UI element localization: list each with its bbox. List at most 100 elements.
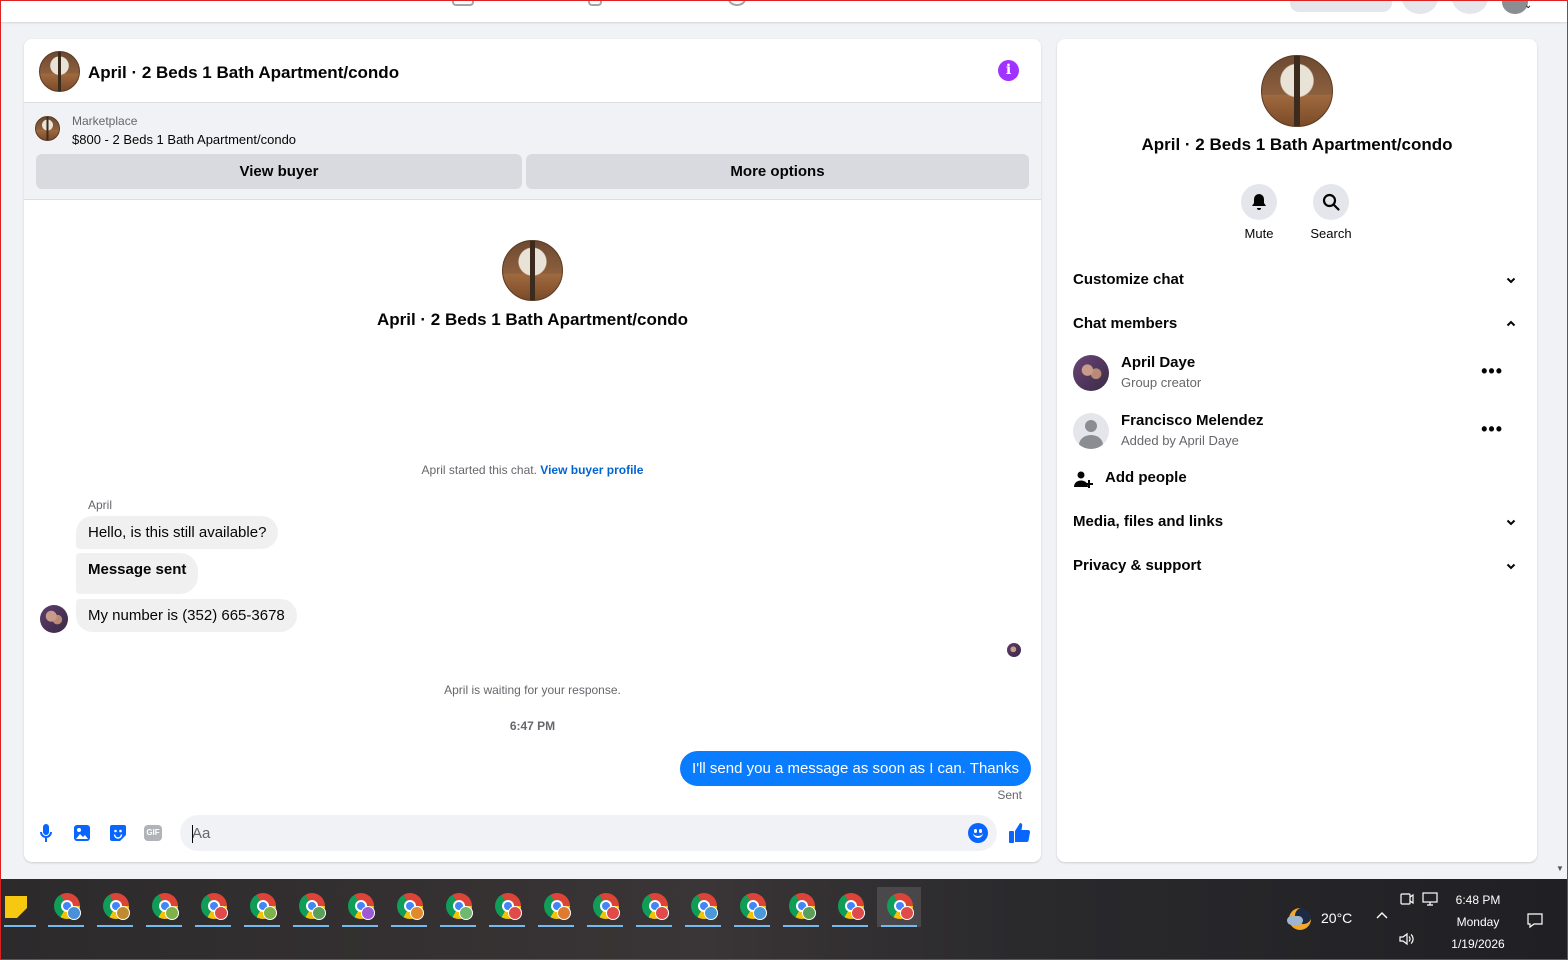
view-buyer-profile-link[interactable]: View buyer profile bbox=[540, 463, 643, 477]
mute-button[interactable]: Mute bbox=[1229, 184, 1289, 241]
sender-avatar[interactable] bbox=[40, 605, 68, 633]
chat-members-label: Chat members bbox=[1073, 315, 1178, 332]
search-icon[interactable] bbox=[1313, 184, 1349, 220]
intro-title: April · 2 Beds 1 Bath Apartment/condo bbox=[376, 310, 689, 329]
network-icon[interactable] bbox=[1422, 891, 1438, 907]
running-indicator bbox=[685, 925, 721, 927]
show-hidden-icons-chevron-icon[interactable] bbox=[1375, 909, 1389, 923]
profile-badge-icon bbox=[900, 906, 914, 920]
taskbar-app-button[interactable] bbox=[191, 887, 235, 927]
chat-title[interactable]: April · 2 Beds 1 Bath Apartment/condo bbox=[88, 63, 399, 83]
details-avatar[interactable] bbox=[1261, 55, 1333, 127]
taskbar-app-button[interactable] bbox=[93, 887, 137, 927]
taskbar-app-button[interactable] bbox=[142, 887, 186, 927]
profile-badge-icon bbox=[263, 906, 277, 920]
marketplace-nav-icon[interactable] bbox=[452, 0, 474, 6]
message-composer: GIF bbox=[24, 809, 1041, 862]
incoming-message[interactable]: Message sent bbox=[76, 553, 199, 594]
member-row[interactable]: Francisco Melendez Added by April Daye •… bbox=[1073, 411, 1521, 451]
outgoing-message[interactable]: I'll send you a message as soon as I can… bbox=[680, 751, 1031, 786]
listing-thumbnail[interactable] bbox=[35, 116, 60, 141]
taskbar-app-button[interactable] bbox=[779, 887, 823, 927]
taskbar-app-button[interactable] bbox=[289, 887, 333, 927]
marketplace-listing-bar: Marketplace $800 - 2 Beds 1 Bath Apartme… bbox=[24, 103, 1041, 200]
taskbar-app-button[interactable] bbox=[387, 887, 431, 927]
listing-title[interactable]: $800 - 2 Beds 1 Bath Apartment/condo bbox=[72, 132, 296, 147]
taskbar-app-button[interactable] bbox=[632, 887, 676, 927]
running-indicator bbox=[832, 925, 868, 927]
more-icon[interactable]: ••• bbox=[1481, 361, 1503, 382]
chevron-down-icon bbox=[1505, 552, 1521, 580]
incoming-message[interactable]: Hello, is this still available? bbox=[76, 516, 279, 549]
taskbar-app-button[interactable] bbox=[44, 887, 88, 927]
weather-temperature[interactable]: 20°C bbox=[1321, 910, 1352, 926]
taskbar-app-button[interactable] bbox=[436, 887, 480, 927]
taskbar-app-button[interactable] bbox=[828, 887, 872, 927]
menu-grid-icon[interactable] bbox=[1402, 0, 1438, 14]
chat-details-panel: April · 2 Beds 1 Bath Apartment/condo Mu… bbox=[1057, 39, 1537, 862]
taskbar-app-button[interactable] bbox=[534, 887, 578, 927]
member-name[interactable]: April Daye bbox=[1121, 354, 1195, 371]
volume-icon[interactable] bbox=[1398, 931, 1414, 947]
weather-icon[interactable] bbox=[1287, 908, 1311, 930]
member-avatar[interactable] bbox=[1073, 413, 1109, 449]
member-row[interactable]: April Daye Group creator ••• bbox=[1073, 353, 1521, 393]
view-buyer-button[interactable]: View buyer bbox=[36, 154, 522, 189]
messenger-icon[interactable] bbox=[1452, 0, 1488, 14]
running-indicator bbox=[4, 925, 36, 927]
taskbar-app-button[interactable] bbox=[0, 887, 44, 927]
taskbar-app-button[interactable] bbox=[730, 887, 774, 927]
search-label: Search bbox=[1310, 226, 1352, 241]
message-timestamp: 6:47 PM bbox=[509, 719, 556, 733]
profile-badge-icon bbox=[655, 906, 669, 920]
member-avatar[interactable] bbox=[1073, 355, 1109, 391]
photo-icon[interactable] bbox=[72, 823, 92, 843]
notifications-icon[interactable] bbox=[1526, 911, 1544, 929]
emoji-mouth bbox=[973, 833, 983, 838]
media-label: Media, files and links bbox=[1073, 513, 1224, 530]
info-icon[interactable]: i bbox=[998, 60, 1019, 81]
incoming-message[interactable]: My number is (352) 665-3678 bbox=[76, 599, 297, 632]
profile-badge-icon bbox=[508, 906, 522, 920]
chat-members-section[interactable]: Chat members bbox=[1073, 310, 1521, 338]
profile-badge-icon bbox=[557, 906, 571, 920]
gif-icon[interactable]: GIF bbox=[144, 823, 164, 843]
running-indicator bbox=[489, 925, 525, 927]
emoji-icon[interactable] bbox=[968, 823, 988, 843]
taskbar-app-button[interactable] bbox=[485, 887, 529, 927]
gaming-nav-icon[interactable] bbox=[728, 0, 746, 6]
taskbar-app-button[interactable] bbox=[583, 887, 627, 927]
more-options-button[interactable]: More options bbox=[526, 154, 1029, 189]
scrollbar-down-arrow[interactable]: ▼ bbox=[1556, 864, 1564, 873]
media-files-links-section[interactable]: Media, files and links bbox=[1073, 508, 1521, 536]
system-clock[interactable]: 6:48 PM Monday 1/19/2026 bbox=[1440, 889, 1516, 955]
taskbar-app-button[interactable] bbox=[338, 887, 382, 927]
more-icon[interactable]: ••• bbox=[1481, 419, 1503, 440]
sticker-icon[interactable] bbox=[108, 823, 128, 843]
groups-nav-icon[interactable] bbox=[588, 0, 602, 6]
top-pill-button[interactable] bbox=[1290, 0, 1392, 12]
taskbar-app-button[interactable] bbox=[681, 887, 725, 927]
chevron-down-icon[interactable]: ⌄ bbox=[1524, 0, 1532, 11]
privacy-support-section[interactable]: Privacy & support bbox=[1073, 552, 1521, 580]
profile-badge-icon bbox=[802, 906, 816, 920]
add-person-icon bbox=[1074, 471, 1093, 488]
taskbar-app-button[interactable] bbox=[877, 887, 921, 927]
running-indicator bbox=[881, 925, 917, 927]
member-name[interactable]: Francisco Melendez bbox=[1121, 412, 1264, 429]
thumbs-up-icon[interactable] bbox=[1007, 821, 1031, 845]
search-button[interactable]: Search bbox=[1301, 184, 1361, 241]
message-input[interactable] bbox=[180, 815, 997, 851]
customize-chat-section[interactable]: Customize chat bbox=[1073, 266, 1521, 294]
taskbar-app-button[interactable] bbox=[240, 887, 284, 927]
system-message-text: April started this chat. bbox=[421, 463, 537, 477]
clock-day: Monday bbox=[1456, 915, 1500, 929]
microphone-icon[interactable] bbox=[36, 823, 56, 843]
running-indicator bbox=[538, 925, 574, 927]
chat-avatar[interactable] bbox=[39, 51, 80, 92]
running-indicator bbox=[244, 925, 280, 927]
mute-label: Mute bbox=[1244, 226, 1274, 241]
bell-icon[interactable] bbox=[1241, 184, 1277, 220]
profile-badge-icon bbox=[606, 906, 620, 920]
meet-now-icon[interactable] bbox=[1399, 891, 1415, 907]
